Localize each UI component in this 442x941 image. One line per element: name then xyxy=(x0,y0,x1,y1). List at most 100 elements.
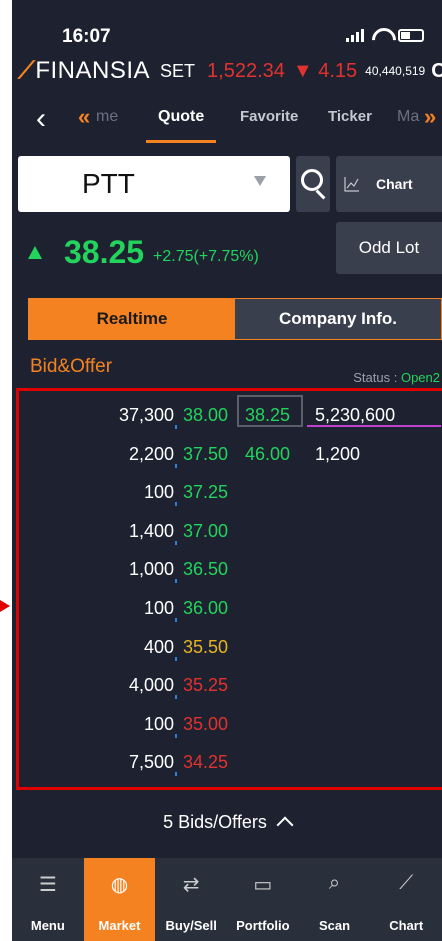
ticker-overflow: C xyxy=(431,59,442,82)
tab-company-info[interactable]: Company Info. xyxy=(235,299,441,339)
order-book-row: 37,300 38.00 38.25 5,230,600 xyxy=(19,397,442,431)
divider-tick xyxy=(175,540,177,545)
phone-screen: 16:07 ⟋FINANSIA SET 1,522.34 ▼ 4.15 40,4… xyxy=(12,0,442,941)
search-icon xyxy=(301,169,323,191)
nav-label: Market xyxy=(98,918,141,933)
order-book-row: 2,200 37.50 46.00 1,200 xyxy=(19,436,442,470)
bid-volume[interactable]: 7,500 xyxy=(129,752,174,773)
nav-menu[interactable]: ☰ Menu xyxy=(12,858,84,941)
battery-icon xyxy=(398,28,424,42)
order-book-row: 100 37.25 xyxy=(19,474,442,508)
scroll-right-icon[interactable]: » xyxy=(424,104,436,130)
sub-tabs: Realtime Company Info. xyxy=(28,298,442,340)
tab-ticker[interactable]: Ticker xyxy=(328,108,372,125)
bid-volume[interactable]: 100 xyxy=(144,482,174,503)
tab-nav: ‹ « me Quote Favorite Ticker Ma » xyxy=(12,92,442,148)
nav-label: Portfolio xyxy=(236,918,290,933)
order-book-row: 100 36.00 xyxy=(19,590,442,624)
bid-volume[interactable]: 100 xyxy=(144,714,174,735)
status-time: 16:07 xyxy=(62,26,111,47)
bid-volume[interactable]: 1,000 xyxy=(129,559,174,580)
bid-price[interactable]: 36.00 xyxy=(183,598,228,619)
active-tab-indicator xyxy=(146,140,216,143)
bid-volume[interactable]: 37,300 xyxy=(119,405,174,426)
tab-realtime[interactable]: Realtime xyxy=(29,299,235,339)
offer-volume[interactable]: 5,230,600 xyxy=(315,405,395,426)
last-price: 38.25 xyxy=(64,234,145,270)
swap-icon: ⇄ xyxy=(182,874,200,896)
search-icon: ⌕ xyxy=(328,872,341,894)
price-change: +2.75(+7.75%) xyxy=(153,248,259,265)
nav-portfolio[interactable]: ▭ Portfolio xyxy=(227,858,299,941)
bid-volume[interactable]: 400 xyxy=(144,637,174,658)
market-status: Status : Open2 xyxy=(353,370,440,385)
tab-favorite[interactable]: Favorite xyxy=(240,108,298,125)
status-bar: 16:07 xyxy=(12,0,442,50)
divider-tick xyxy=(175,733,177,738)
divider-tick xyxy=(175,579,177,584)
bid-price[interactable]: 34.25 xyxy=(183,752,228,773)
nav-label: Buy/Sell xyxy=(165,918,217,933)
bid-price[interactable]: 35.00 xyxy=(183,714,228,735)
divider-tick xyxy=(175,656,177,661)
index-ticker[interactable]: ⟋FINANSIA SET 1,522.34 ▼ 4.15 40,440,519… xyxy=(12,50,442,92)
tab-home[interactable]: me xyxy=(96,108,118,126)
signal-icon xyxy=(346,28,364,42)
bid-offer-table: 37,300 38.00 38.25 5,230,600 2,200 37.50 46.00… xyxy=(16,388,442,790)
nav-chart[interactable]: ⟋ Chart xyxy=(370,858,442,941)
divider-tick xyxy=(175,618,177,622)
menu-icon: ☰ xyxy=(38,874,57,896)
order-book-row: 7,500 34.25 xyxy=(19,744,442,778)
nav-label: Chart xyxy=(389,918,424,933)
dropdown-icon[interactable] xyxy=(254,176,266,186)
up-arrow-icon xyxy=(28,246,42,259)
brand-logo: ⟋FINANSIA xyxy=(18,57,150,84)
index-value: 1,522.34 xyxy=(207,59,285,82)
nav-scan[interactable]: ⌕ Scan xyxy=(299,858,371,941)
bid-price[interactable]: 36.50 xyxy=(183,559,228,580)
status-icons xyxy=(346,26,424,44)
chart-icon: ⟋ xyxy=(399,872,414,894)
bid-volume[interactable]: 1,400 xyxy=(129,521,174,542)
order-book-row: 400 35.50 xyxy=(19,629,442,663)
offer-price[interactable]: 46.00 xyxy=(245,444,290,465)
bid-price[interactable]: 35.25 xyxy=(183,675,228,696)
scroll-left-icon[interactable]: « xyxy=(78,104,90,130)
bid-price[interactable]: 37.25 xyxy=(183,482,228,503)
search-button[interactable] xyxy=(296,156,330,212)
market-status-value: Open2 xyxy=(400,370,440,385)
bid-price[interactable]: 37.50 xyxy=(183,444,228,465)
chevron-up-icon xyxy=(276,816,294,834)
bid-offer-title: Bid&Offer xyxy=(30,356,113,377)
bid-volume[interactable]: 4,000 xyxy=(129,675,174,696)
nav-label: Scan xyxy=(318,918,351,933)
symbol-input[interactable]: PTT xyxy=(18,156,290,212)
bid-price[interactable]: 38.00 xyxy=(183,405,228,426)
five-bids-toggle[interactable]: 5 Bids/Offers xyxy=(12,812,442,834)
wallet-icon: ▭ xyxy=(253,874,273,896)
bid-volume[interactable]: 100 xyxy=(144,598,174,619)
annotation-arrow xyxy=(0,600,10,612)
bid-volume[interactable]: 2,200 xyxy=(129,444,174,465)
order-book-row: 1,400 37.00 xyxy=(19,513,442,547)
chart-icon xyxy=(344,177,359,192)
nav-market[interactable]: ◍ Market xyxy=(83,858,156,941)
divider-tick xyxy=(175,772,177,777)
divider-tick xyxy=(175,425,177,429)
tab-market[interactable]: Ma xyxy=(397,108,419,126)
order-book-row: 4,000 35.25 xyxy=(19,667,442,701)
bid-price[interactable]: 35.50 xyxy=(183,637,228,658)
tab-quote[interactable]: Quote xyxy=(158,108,204,126)
offer-volume[interactable]: 1,200 xyxy=(315,444,360,465)
nav-label: Menu xyxy=(30,918,65,933)
odd-lot-button[interactable]: Odd Lot xyxy=(336,222,442,274)
chart-button[interactable]: Chart xyxy=(336,156,442,212)
back-icon[interactable]: ‹ xyxy=(36,102,46,136)
divider-tick xyxy=(175,502,177,507)
nav-buysell[interactable]: ⇄ Buy/Sell xyxy=(155,858,227,941)
price-row: 38.25 +2.75(+7.75%) xyxy=(12,224,332,276)
wifi-icon xyxy=(372,28,390,42)
bid-price[interactable]: 37.00 xyxy=(183,521,228,542)
index-change: ▼ 4.15 xyxy=(292,59,358,82)
offer-price[interactable]: 38.25 xyxy=(245,405,290,426)
